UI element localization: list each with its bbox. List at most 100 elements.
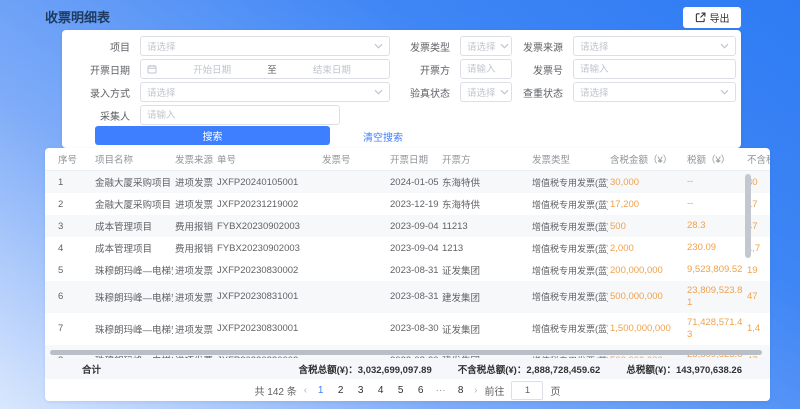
column-header: 开票方 <box>440 148 530 171</box>
filter-field-查重状态: 查重状态请选择 <box>502 82 736 102</box>
cell-no: 7 <box>45 313 93 345</box>
filter-label: 验真状态 <box>362 85 460 100</box>
next-page-button[interactable]: › <box>474 385 477 396</box>
cell-source: 进项发票 <box>173 171 215 194</box>
select-查重状态[interactable]: 请选择 <box>573 82 736 102</box>
cell-invoice_no <box>320 313 388 345</box>
cell-net: 19 <box>745 259 770 281</box>
select-录入方式[interactable]: 请选择 <box>140 82 390 102</box>
table-row: 1金融大厦采购项目进项发票JXFP202401050012024-01-05东海… <box>45 171 770 194</box>
cell-issuer: 11213 <box>440 215 530 237</box>
total-without-tax: 不含税总额(¥)：2,888,728,459.62 <box>458 362 601 376</box>
cell-date: 2023-12-19 <box>388 193 440 215</box>
table-header-row: 序号项目名称发票来源单号发票号开票日期开票方发票类型含税金额（¥）税额（¥）不含… <box>45 148 770 171</box>
prev-page-button[interactable]: ‹ <box>304 385 307 396</box>
filter-field-录入方式: 录入方式请选择 <box>62 82 390 102</box>
goto-page-input[interactable] <box>511 381 543 400</box>
filter-panel: 项目请选择发票类型请选择发票来源请选择开票日期开始日期至结束日期开票方发票号录入… <box>62 30 741 148</box>
cell-date: 2023-09-04 <box>388 215 440 237</box>
cell-invoice_no <box>320 193 388 215</box>
page-number-3[interactable]: 3 <box>354 385 367 396</box>
summary-label: 合计 <box>82 362 101 376</box>
cell-amount: 1,500,000,000 <box>608 313 685 345</box>
pagination: 共 142 条 ‹ 123456···8 › 前往 页 <box>45 379 770 401</box>
cell-invoice_no <box>320 171 388 194</box>
export-button[interactable]: 导出 <box>683 7 741 28</box>
clear-search-link[interactable]: 清空搜索 <box>363 129 403 144</box>
cell-amount: 17,200 <box>608 193 685 215</box>
select-项目[interactable]: 请选择 <box>140 36 390 56</box>
cell-invoice_no <box>320 259 388 281</box>
text-input[interactable] <box>147 110 333 121</box>
cell-type: 增值税专用发票(蓝) <box>530 281 608 313</box>
start-date-placeholder: 开始日期 <box>161 62 263 76</box>
cell-type: 增值税专用发票(蓝) <box>530 237 608 259</box>
select-placeholder: 请选择 <box>580 39 716 53</box>
table-row: 2金融大厦采购项目进项发票JXFP202312190022023-12-19东海… <box>45 193 770 215</box>
column-header: 不含税金额（¥） <box>745 148 770 171</box>
column-header: 含税金额（¥） <box>608 148 685 171</box>
page-number-list: 123456···8 <box>314 385 467 396</box>
goto-unit-label: 页 <box>550 383 560 398</box>
invoice-report-screen: 收票明细表 导出 项目请选择发票类型请选择发票来源请选择开票日期开始日期至结束日… <box>0 0 800 409</box>
cell-amount: 500,000,000 <box>608 281 685 313</box>
cell-type: 增值税专用发票(蓝) <box>530 215 608 237</box>
cell-source: 进项发票 <box>173 259 215 281</box>
cell-project: 金融大厦采购项目 <box>93 171 173 194</box>
filter-field-开票方: 开票方 <box>362 59 512 79</box>
page-number-4[interactable]: 4 <box>374 385 387 396</box>
calendar-icon <box>147 64 157 74</box>
text-input[interactable] <box>467 64 505 75</box>
input-采集人[interactable] <box>140 105 340 125</box>
page-number-5[interactable]: 5 <box>394 385 407 396</box>
cell-no: 2 <box>45 193 93 215</box>
page-number-2[interactable]: 2 <box>334 385 347 396</box>
search-button[interactable]: 搜索 <box>95 126 330 145</box>
text-input[interactable] <box>580 64 729 75</box>
column-header: 发票号 <box>320 148 388 171</box>
table-row: 7珠穆朗玛峰—电梯安装进项发票JXFP202308300012023-08-30… <box>45 313 770 345</box>
page-number-1[interactable]: 1 <box>314 385 327 396</box>
cell-order: JXFP20231219002 <box>215 193 320 215</box>
cell-project: 珠穆朗玛峰—电梯安装 <box>93 281 173 313</box>
cell-tax: 28.3 <box>685 215 745 237</box>
summary-totals: 含税总额(¥)：3,032,699,097.89 不含税总额(¥)：2,888,… <box>299 362 770 376</box>
filter-label: 发票类型 <box>362 39 460 54</box>
select-发票来源[interactable]: 请选择 <box>573 36 736 56</box>
filter-label: 采集人 <box>62 108 140 123</box>
cell-order: JXFP20230830001 <box>215 313 320 345</box>
column-header: 税额（¥） <box>685 148 745 171</box>
table-body: 1金融大厦采购项目进项发票JXFP202401050012024-01-05东海… <box>45 171 770 359</box>
export-icon <box>695 12 706 23</box>
cell-order: JXFP20230830002 <box>215 259 320 281</box>
export-label: 导出 <box>710 10 730 25</box>
filter-label: 项目 <box>62 39 140 54</box>
daterange-开票日期[interactable]: 开始日期至结束日期 <box>140 59 390 79</box>
cell-source: 费用报销 <box>173 215 215 237</box>
cell-issuer: 证发集团 <box>440 313 530 345</box>
cell-source: 进项发票 <box>173 281 215 313</box>
invoice-table-panel: 序号项目名称发票来源单号发票号开票日期开票方发票类型含税金额（¥）税额（¥）不含… <box>45 148 770 401</box>
vertical-scrollbar-thumb[interactable] <box>745 174 751 258</box>
page-number-6[interactable]: 6 <box>414 385 427 396</box>
input-发票号[interactable] <box>573 59 736 79</box>
cell-issuer: 证发集团 <box>440 259 530 281</box>
cell-net: 1,4 <box>745 313 770 345</box>
cell-invoice_no <box>320 237 388 259</box>
filter-field-发票类型: 发票类型请选择 <box>362 36 512 56</box>
cell-source: 进项发票 <box>173 313 215 345</box>
select-placeholder: 请选择 <box>147 85 370 99</box>
cell-amount: 30,000 <box>608 171 685 194</box>
page-number-8[interactable]: 8 <box>454 385 467 396</box>
cell-type: 增值税专用发票(蓝) <box>530 171 608 194</box>
filter-label: 开票方 <box>362 62 460 77</box>
select-placeholder: 请选择 <box>467 39 496 53</box>
select-placeholder: 请选择 <box>467 85 496 99</box>
cell-amount: 500 <box>608 215 685 237</box>
cell-date: 2024-01-05 <box>388 171 440 194</box>
horizontal-scrollbar-thumb[interactable] <box>50 350 762 355</box>
filter-label: 开票日期 <box>62 62 140 77</box>
table-row: 5珠穆朗玛峰—电梯安装进项发票JXFP202308300022023-08-31… <box>45 259 770 281</box>
filter-label: 查重状态 <box>502 85 573 100</box>
cell-issuer: 东海特供 <box>440 193 530 215</box>
